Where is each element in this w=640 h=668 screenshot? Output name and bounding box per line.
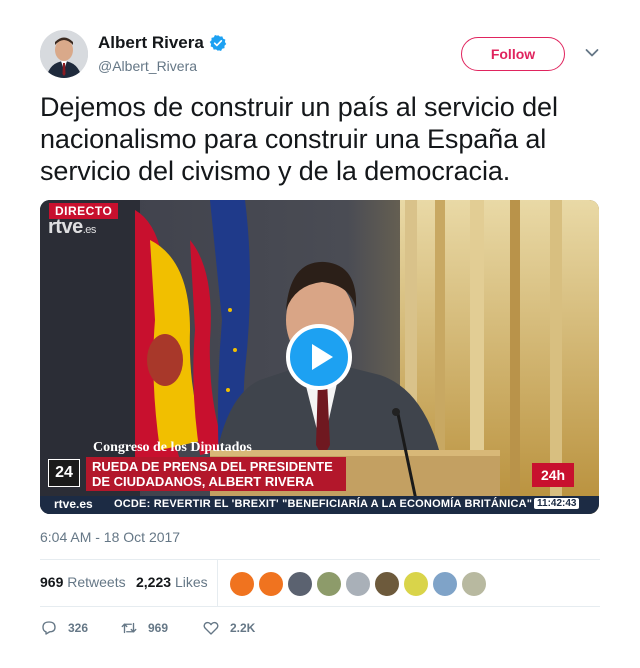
liker-avatar[interactable] xyxy=(229,571,255,597)
channel-logo: rtve.es xyxy=(48,216,96,239)
headline-line-2: DE CIUDADANOS, ALBERT RIVERA xyxy=(92,474,314,489)
channel-logo-text: rtve xyxy=(48,216,83,238)
display-name[interactable]: Albert Rivera xyxy=(98,33,204,53)
verified-badge-icon xyxy=(209,34,227,52)
ticker-text: OCDE: REVERTIR EL 'BREXIT' "BENEFICIARÍA… xyxy=(114,498,533,510)
divider xyxy=(40,606,600,607)
like-action[interactable]: 2.2K xyxy=(202,616,255,640)
liker-avatar[interactable] xyxy=(374,571,400,597)
likes-stat[interactable]: 2,223 Likes xyxy=(136,574,208,590)
liker-avatar[interactable] xyxy=(403,571,429,597)
follow-button[interactable]: Follow xyxy=(461,37,565,71)
liker-avatar[interactable] xyxy=(432,571,458,597)
stats-separator xyxy=(217,560,218,606)
channel-logo-suffix: .es xyxy=(82,224,97,236)
tweet-text: Dejemos de construir un país al servicio… xyxy=(40,92,558,186)
liker-avatar[interactable] xyxy=(258,571,284,597)
tweet: Albert Rivera @Albert_Rivera Follow Deje… xyxy=(0,0,640,668)
headline-line-1: RUEDA DE PRENSA DEL PRESIDENTE xyxy=(92,459,333,474)
channel-number: 24 xyxy=(48,459,80,487)
liker-avatar[interactable] xyxy=(345,571,371,597)
heart-icon xyxy=(203,621,219,635)
likes-label: Likes xyxy=(174,574,208,590)
retweets-count: 969 xyxy=(40,574,64,590)
reply-action[interactable]: 326 xyxy=(40,616,88,640)
user-handle[interactable]: @Albert_Rivera xyxy=(98,58,197,74)
name-row: Albert Rivera xyxy=(98,33,227,53)
reply-icon xyxy=(42,621,56,635)
likes-count: 2,223 xyxy=(136,574,172,590)
retweet-count: 969 xyxy=(148,621,169,635)
news-ticker: rtve.es OCDE: REVERTIR EL 'BREXIT' "BENE… xyxy=(40,496,599,514)
liker-avatar[interactable] xyxy=(461,571,487,597)
play-button[interactable] xyxy=(286,324,352,390)
retweets-label: Retweets xyxy=(67,574,126,590)
headline-caption: RUEDA DE PRENSA DEL PRESIDENTE DE CIUDAD… xyxy=(86,457,346,491)
lower-third: Congreso de los Diputados 24 RUEDA DE PR… xyxy=(40,436,599,514)
chevron-down-icon[interactable] xyxy=(585,48,599,58)
reply-count: 326 xyxy=(68,621,89,635)
retweet-icon xyxy=(121,622,137,634)
stats-row: 969 Retweets 2,223 Likes xyxy=(40,560,600,606)
ticker-logo: rtve.es xyxy=(54,497,93,511)
ticker-time: 11:42:43 xyxy=(534,498,580,509)
liker-avatar[interactable] xyxy=(287,571,313,597)
avatar-image xyxy=(40,30,88,78)
play-icon xyxy=(312,344,333,370)
tweet-timestamp[interactable]: 6:04 AM - 18 Oct 2017 xyxy=(40,529,180,545)
video-player[interactable]: DIRECTO rtve.es Congreso de los Diputado… xyxy=(40,200,599,514)
liker-avatar[interactable] xyxy=(316,571,342,597)
action-bar: 326 969 2.2K xyxy=(40,616,600,640)
avatar[interactable] xyxy=(40,30,88,78)
channel-24h-badge: 24h xyxy=(532,463,574,487)
retweet-action[interactable]: 969 xyxy=(120,616,168,640)
retweets-stat[interactable]: 969 Retweets xyxy=(40,574,126,590)
like-count: 2.2K xyxy=(230,621,256,635)
venue-caption: Congreso de los Diputados xyxy=(93,440,252,455)
